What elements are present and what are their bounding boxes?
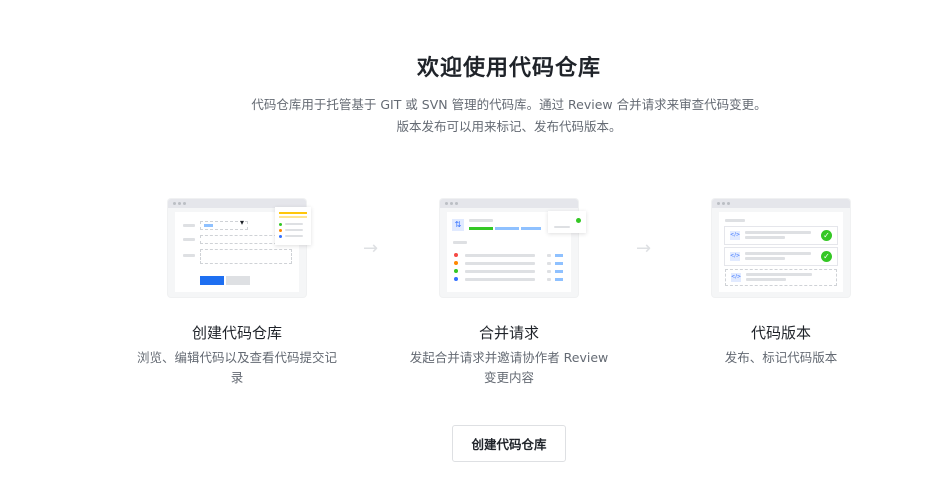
create-repo-illustration: ▾	[168, 199, 311, 297]
code-icon: </>	[730, 252, 741, 261]
window-titlebar	[440, 199, 578, 208]
description-line-2: 版本发布可以用来标记、发布代码版本。	[396, 119, 622, 134]
card-desc-merge-request: 发起合并请求并邀请协作者 Review 变更内容	[409, 350, 609, 385]
version-row: </> ✓	[725, 227, 837, 244]
card-title-create-repo: 创建代码仓库	[191, 324, 282, 342]
card-desc-create-repo: 浏览、编辑代码以及查看代码提交记录	[136, 350, 337, 385]
version-row: </> ✓	[725, 248, 837, 265]
window-titlebar	[712, 199, 850, 208]
merge-icon: ⇅	[452, 219, 464, 231]
popover-card	[275, 207, 311, 245]
versions-panel: </> ✓ </> ✓ </>	[719, 212, 843, 292]
check-icon: ✓	[821, 251, 832, 262]
create-repo-button[interactable]: 创建代码仓库	[452, 425, 566, 462]
check-icon: ✓	[821, 230, 832, 241]
chevron-down-icon: ▾	[239, 218, 244, 227]
approval-popover	[548, 211, 586, 233]
card-title-merge-request: 合并请求	[478, 324, 539, 342]
arrow-right-icon: →	[363, 238, 379, 259]
page-description: 代码仓库用于托管基于 GIT 或 SVN 管理的代码库。通过 Review 合并…	[0, 94, 939, 138]
cancel-button-mock	[226, 276, 250, 285]
description-line-1: 代码仓库用于托管基于 GIT 或 SVN 管理的代码库。通过 Review 合并…	[251, 97, 767, 112]
submit-button-mock	[200, 276, 224, 285]
version-row-draft: </>	[725, 269, 837, 286]
merge-request-illustration: ⇅	[440, 199, 586, 297]
select-field: ▾	[200, 218, 248, 230]
card-title-code-version: 代码版本	[750, 324, 811, 342]
card-desc-code-version: 发布、标记代码版本	[724, 350, 838, 365]
arrow-right-icon: →	[636, 238, 652, 259]
code-version-illustration: </> ✓ </> ✓ </>	[712, 199, 850, 297]
code-icon: </>	[731, 273, 742, 282]
check-circle-icon	[576, 218, 581, 223]
code-icon: </>	[730, 231, 741, 240]
page-title: 欢迎使用代码仓库	[416, 56, 601, 81]
